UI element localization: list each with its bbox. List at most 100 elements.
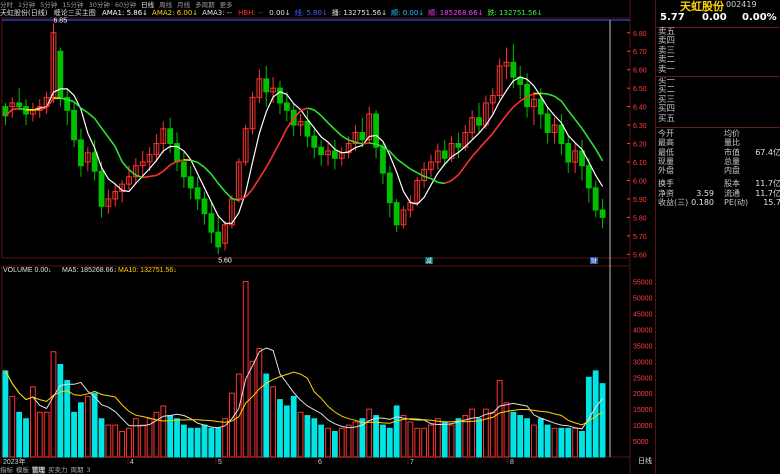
candle-body <box>263 78 270 93</box>
order-book-level: 卖二 <box>658 55 676 66</box>
last-price: 5.77 <box>660 12 685 23</box>
candle-body <box>16 102 23 108</box>
volume-bar <box>331 430 338 458</box>
volume-bar <box>57 364 64 458</box>
price-tick-label: 6.00 <box>633 178 647 185</box>
bottom-tab[interactable]: 3 <box>87 466 91 474</box>
volume-ma5: MA5: 185268.66↓ <box>62 267 117 274</box>
volume-bar <box>476 418 482 458</box>
divider <box>656 76 780 77</box>
volume-bar <box>71 411 77 458</box>
ma-long-segment <box>87 112 96 120</box>
volume-bar <box>126 427 132 458</box>
ma-long-segment <box>210 173 219 184</box>
ma-long-segment <box>265 154 274 168</box>
bottom-tab[interactable]: 管理 <box>32 466 45 474</box>
candle-body <box>277 87 283 104</box>
volume-bar <box>263 373 270 458</box>
candle-body <box>380 146 386 174</box>
ma-long-segment <box>307 107 315 111</box>
candle-body <box>585 165 592 189</box>
price-tick-label: 6.30 <box>633 123 647 130</box>
volume-bar <box>91 392 98 458</box>
candle-body <box>311 135 318 148</box>
volume-bar <box>393 405 400 458</box>
volume-tick-label: 55000 <box>633 280 653 287</box>
volume-bar <box>43 411 50 458</box>
stats-row: 最高 量比 <box>658 138 780 147</box>
volume-bar <box>16 411 23 458</box>
bottom-tab[interactable]: 指标 <box>0 466 13 474</box>
ma-long-segment <box>162 164 171 172</box>
stats-cell: 换手 <box>658 179 674 189</box>
ma-long-segment <box>403 163 411 170</box>
price-tick-label: 6.10 <box>633 160 647 167</box>
bottom-tab[interactable]: 周期 <box>71 466 84 474</box>
price-change-pct: 0.00% <box>742 12 777 23</box>
volume-bar <box>551 427 558 458</box>
ma-long-segment <box>547 93 555 98</box>
bottom-tab[interactable]: 模板 <box>16 466 29 474</box>
candle-body <box>537 98 544 115</box>
volume-bar <box>386 427 393 458</box>
stats-cell: 15.7 <box>763 198 780 208</box>
ma-long-segment <box>437 181 445 185</box>
volume-tick-label: 30000 <box>633 359 653 366</box>
ma-long-segment <box>121 161 130 171</box>
volume-bar <box>510 411 517 458</box>
volume-title: VOLUME 0.00↓ <box>3 267 52 274</box>
candle-body <box>393 202 400 226</box>
volume-tick-label: 20000 <box>633 391 653 398</box>
bottom-tab[interactable]: 买卖力 <box>48 466 68 474</box>
volume-bar <box>180 424 187 458</box>
high-price-label: 6.85 <box>53 18 67 25</box>
volume-bar <box>112 424 119 458</box>
volume-bar <box>579 430 585 458</box>
ma-long-segment <box>410 168 418 174</box>
price-tick-label: 5.80 <box>633 215 647 222</box>
ma-long-segment <box>574 119 583 129</box>
volume-bar <box>489 411 496 458</box>
ma-long-segment <box>224 190 233 200</box>
ma-long-segment <box>492 123 501 135</box>
stock-code: 002419 <box>726 0 757 9</box>
candle-body <box>98 170 105 207</box>
volume-bar <box>537 418 544 458</box>
candle-body <box>304 120 311 137</box>
ma-long-segment <box>464 155 473 167</box>
finance-marker-label: 财 <box>591 257 597 265</box>
ma-long-segment <box>588 138 597 150</box>
stats-cell: 最低 <box>658 147 674 157</box>
order-book-level: 卖四 <box>658 36 676 47</box>
volume-bar <box>592 370 599 458</box>
candle-body <box>78 139 84 167</box>
volume-bar <box>441 421 448 458</box>
period-unit-label: 日线 <box>638 456 652 465</box>
kline-chart-area[interactable]: 6.80 6.70 6.60 6.50 6.40 6.30 6.20 6.10 6.00 5.90… <box>0 0 655 474</box>
divider <box>656 127 780 128</box>
ma-long-segment <box>169 160 178 166</box>
stats-cell: 67.4亿 <box>755 147 780 157</box>
volume-bar <box>345 424 352 458</box>
volume-bar <box>160 405 167 458</box>
price-row: 5.77 0.00 0.00% <box>660 12 780 26</box>
volume-bar <box>297 411 304 458</box>
ma-long-segment <box>149 174 157 178</box>
volume-tick-label: 10000 <box>633 423 653 430</box>
volume-bar <box>558 427 565 458</box>
volume-bar <box>242 281 249 458</box>
price-tick-label: 5.90 <box>633 197 647 204</box>
volume-bar <box>9 395 16 458</box>
stats-cell: 最高 <box>658 138 674 148</box>
ma-long-segment <box>581 127 590 140</box>
order-book-level: 卖三 <box>658 45 676 56</box>
volume-bar <box>448 424 455 458</box>
volume-bar <box>414 427 421 458</box>
volume-bar <box>84 395 91 458</box>
ma-long-segment <box>258 167 267 179</box>
candle-body <box>565 143 572 163</box>
ma-long-segment <box>451 174 459 182</box>
candle-body <box>57 50 64 98</box>
volume-bar <box>428 424 434 458</box>
candle-body <box>558 124 565 145</box>
